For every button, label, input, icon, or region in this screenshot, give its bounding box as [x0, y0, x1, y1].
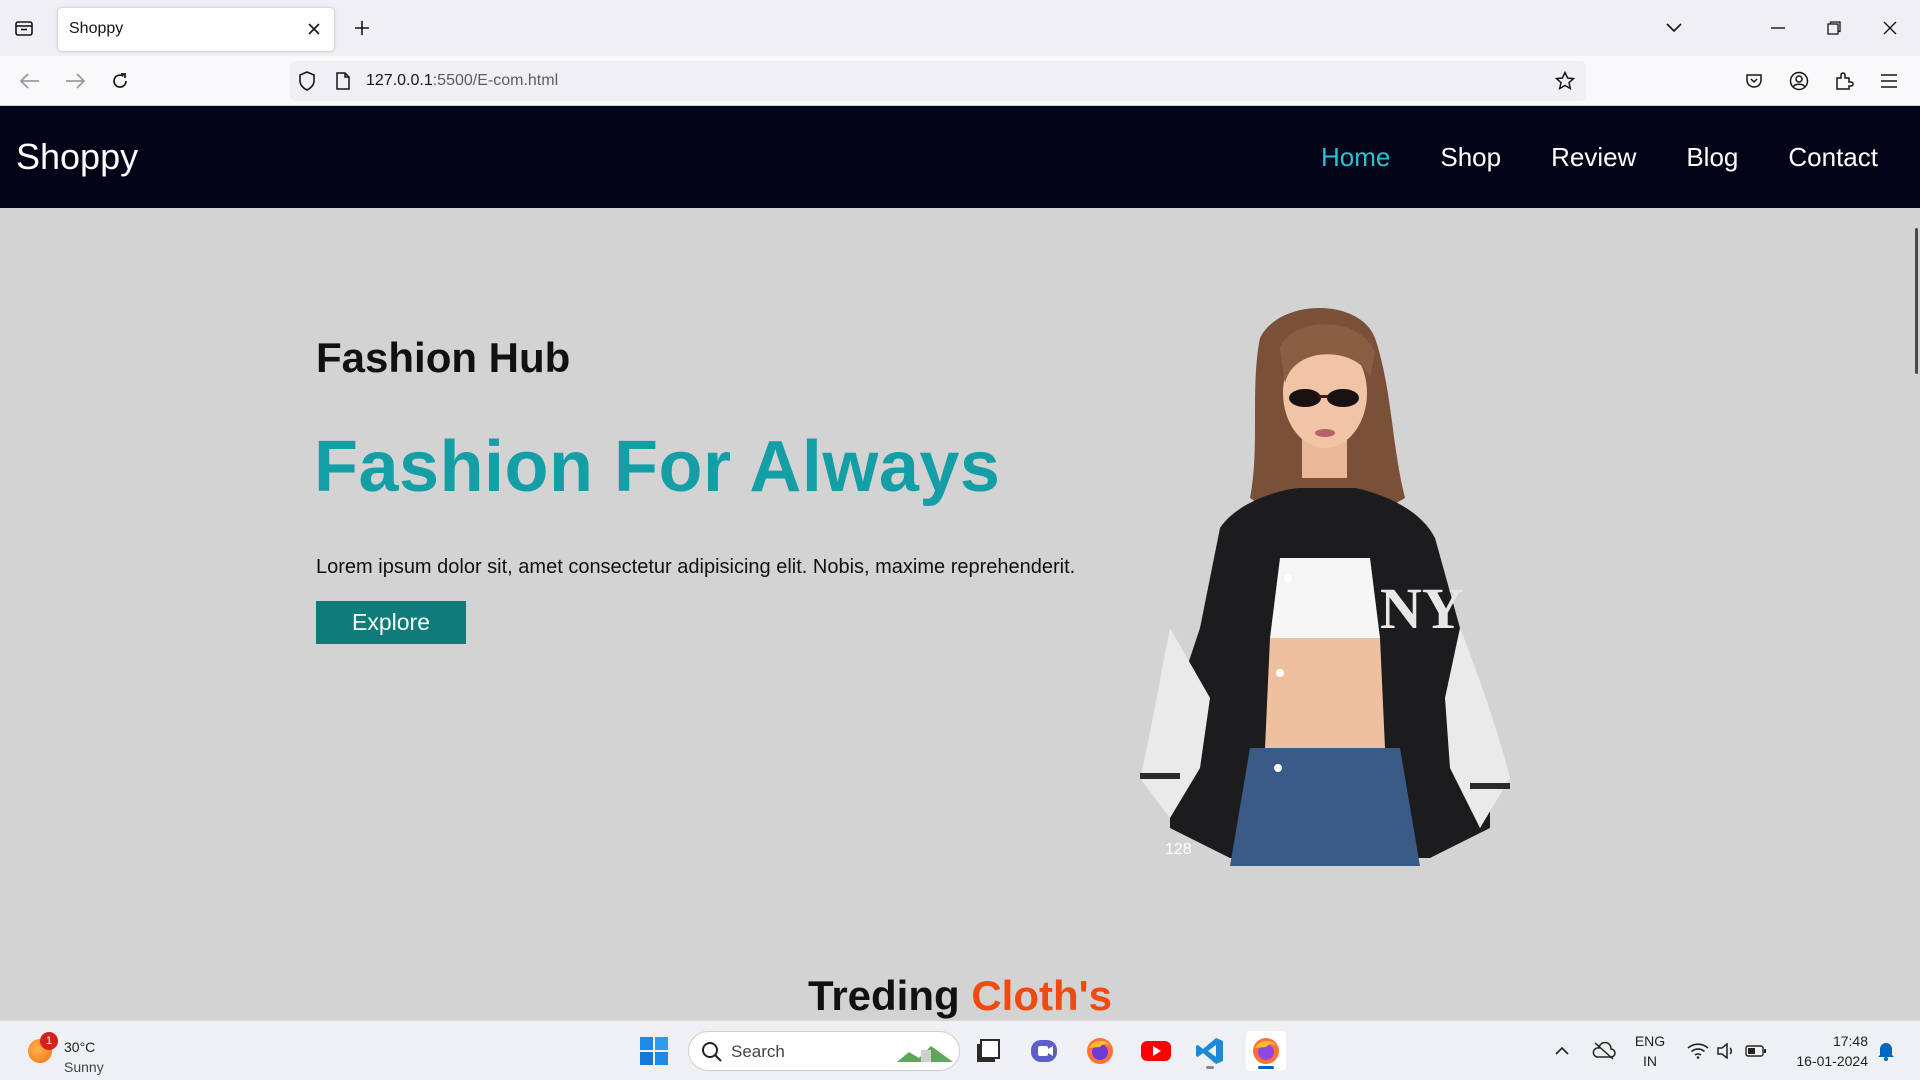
search-icon [701, 1041, 723, 1068]
youtube-icon[interactable] [1136, 1031, 1176, 1071]
site-header: Shoppy Home Shop Review Blog Contact [0, 106, 1920, 208]
region-code: IN [1643, 1053, 1657, 1069]
image-caption: 128 [1165, 841, 1192, 858]
tab-title: Shoppy [69, 20, 124, 37]
explore-button[interactable]: Explore [316, 601, 466, 644]
site-logo[interactable]: Shoppy [16, 136, 138, 178]
taskbar-search[interactable]: Search [688, 1031, 960, 1071]
weather-temperature: 30°C [64, 1039, 96, 1055]
minimize-icon[interactable] [1762, 12, 1794, 44]
scrollbar-thumb[interactable] [1915, 228, 1918, 374]
close-icon[interactable] [304, 19, 324, 39]
language-code: ENG [1634, 1033, 1666, 1049]
taskbar: 1 30°C Sunny Search ENG IN 17:48 16-01-2… [0, 1020, 1920, 1080]
battery-icon[interactable] [1736, 1031, 1776, 1071]
chevron-up-icon[interactable] [1542, 1031, 1582, 1071]
tab-list-icon[interactable] [10, 14, 38, 42]
url-path: :5500/E-com.html [432, 72, 559, 89]
notification-bell-icon[interactable] [1866, 1031, 1906, 1071]
nav-home[interactable]: Home [1321, 142, 1390, 173]
window-close-icon[interactable] [1874, 12, 1906, 44]
search-highlight-icon [895, 1042, 955, 1071]
firefox-icon[interactable] [1080, 1031, 1120, 1071]
firefox-dev-icon[interactable] [1246, 1031, 1286, 1071]
language-indicator[interactable]: ENG IN [1630, 1031, 1670, 1071]
svg-text:NY: NY [1380, 576, 1464, 641]
restore-icon[interactable] [1818, 12, 1850, 44]
teams-icon[interactable] [1024, 1031, 1064, 1071]
bookmark-star-icon[interactable] [1554, 70, 1576, 92]
section-title-accent: Cloth's [971, 972, 1112, 1019]
onedrive-offline-icon[interactable] [1584, 1031, 1624, 1071]
hero-subtitle: Fashion Hub [316, 334, 571, 381]
back-icon[interactable] [14, 65, 46, 97]
browser-toolbar: 127.0.0.1:5500/E-com.html [0, 56, 1920, 106]
vscode-icon[interactable] [1190, 1031, 1230, 1071]
extensions-icon[interactable] [1828, 65, 1860, 97]
weather-condition: Sunny [64, 1059, 104, 1075]
section-title-main: Treding [807, 972, 972, 1019]
notification-badge: 1 [40, 1032, 58, 1050]
section-title: Treding Cloth's [0, 972, 1920, 1020]
search-placeholder: Search [731, 1042, 785, 1061]
page-icon[interactable] [332, 70, 354, 92]
weather-widget[interactable]: 1 30°C Sunny [24, 1029, 134, 1075]
nav-contact[interactable]: Contact [1788, 142, 1878, 173]
pocket-icon[interactable] [1738, 65, 1770, 97]
menu-icon[interactable] [1873, 65, 1905, 97]
active-indicator [1258, 1066, 1274, 1069]
running-indicator [1206, 1066, 1214, 1069]
hero-title: Fashion For Always [314, 427, 1001, 507]
forward-icon[interactable] [59, 65, 91, 97]
shield-icon[interactable] [296, 70, 318, 92]
nav-review[interactable]: Review [1551, 142, 1636, 173]
browser-tab[interactable]: Shoppy [58, 8, 334, 51]
url-text[interactable]: 127.0.0.1:5500/E-com.html [366, 72, 558, 90]
url-host: 127.0.0.1 [366, 72, 433, 89]
clock-time: 17:48 [1832, 1033, 1868, 1049]
url-bar[interactable]: 127.0.0.1:5500/E-com.html [290, 61, 1586, 101]
new-tab-icon[interactable] [348, 14, 376, 42]
task-view-icon[interactable] [968, 1031, 1008, 1071]
hero-model-image: NY 128 [1140, 308, 1510, 866]
reload-icon[interactable] [104, 65, 136, 97]
hero-text: Lorem ipsum dolor sit, amet consectetur … [316, 556, 1076, 578]
browser-tab-bar: Shoppy [0, 0, 1920, 56]
account-icon[interactable] [1783, 65, 1815, 97]
system-clock[interactable]: 17:48 16-01-2024 [1796, 1031, 1868, 1071]
site-nav: Home Shop Review Blog Contact [1321, 142, 1878, 173]
page-scrollbar[interactable] [1910, 106, 1920, 1020]
nav-shop[interactable]: Shop [1440, 142, 1501, 173]
nav-blog[interactable]: Blog [1686, 142, 1738, 173]
start-icon[interactable] [634, 1031, 674, 1071]
chevron-down-icon[interactable] [1658, 12, 1690, 44]
clock-date: 16-01-2024 [1796, 1053, 1868, 1069]
